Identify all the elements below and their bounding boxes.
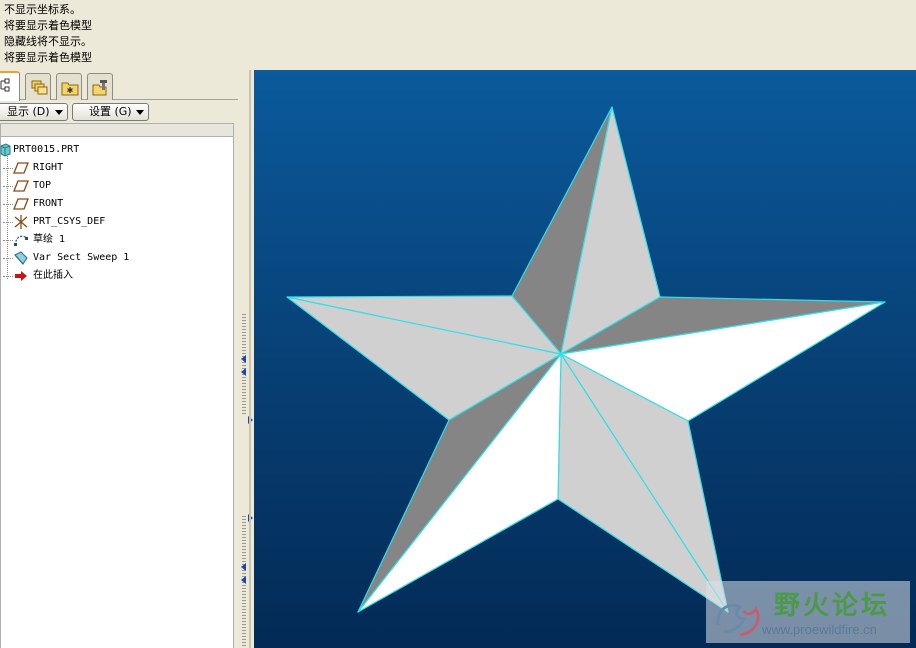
settings-button-label: 设置 (G) <box>89 105 132 118</box>
tree-item-label: RIGHT <box>33 162 64 173</box>
navigator-panel: ✱ 显示 (D) 设置 (G) PRT0015.PRT RIGHT TOP FR… <box>0 70 240 648</box>
message-area: 不显示坐标系。 将要显示着色模型 隐藏线将不显示。 将要显示着色模型 <box>0 0 916 70</box>
tools-icon <box>92 80 107 96</box>
navigator-toolbar: 显示 (D) 设置 (G) <box>0 101 240 123</box>
datum-plane-icon <box>13 162 29 174</box>
show-button-label: 显示 (D) <box>7 105 50 118</box>
tree-column-header[interactable] <box>0 123 234 137</box>
watermark-url: www.proewildfire.cn <box>762 622 877 637</box>
part-icon <box>0 143 11 157</box>
panel-splitter[interactable] <box>238 70 254 648</box>
tree-item-label: TOP <box>33 180 52 191</box>
coordinate-system-icon <box>14 215 28 229</box>
tree-item-label: 草绘 1 <box>33 234 66 245</box>
forum-watermark: 野火论坛 www.proewildfire.cn <box>706 581 910 643</box>
message-line: 将要显示着色模型 <box>4 19 92 32</box>
datum-plane-icon <box>13 198 29 210</box>
tab-tools[interactable] <box>87 73 113 100</box>
collapse-left-arrow-icon[interactable] <box>241 355 246 363</box>
collapse-left-arrow-icon[interactable] <box>241 368 246 376</box>
insert-here-arrow-icon <box>15 271 27 281</box>
tab-layers[interactable] <box>25 73 51 100</box>
tree-root-label: PRT0015.PRT <box>13 144 80 155</box>
collapse-left-arrow-icon[interactable] <box>241 576 246 584</box>
sweep-feature-icon <box>14 251 28 265</box>
model-tree-icon <box>0 78 10 92</box>
svg-text:✱: ✱ <box>67 86 74 95</box>
splitter-grip[interactable] <box>242 314 246 414</box>
tree-item-label: PRT_CSYS_DEF <box>33 216 106 227</box>
flame-logo-icon <box>716 603 760 637</box>
chevron-down-icon <box>136 110 144 115</box>
settings-dropdown-button[interactable]: 设置 (G) <box>72 103 149 121</box>
collapse-left-arrow-icon[interactable] <box>241 563 246 571</box>
show-dropdown-button[interactable]: 显示 (D) <box>0 103 68 121</box>
message-line: 将要显示着色模型 <box>4 51 92 64</box>
graphics-window[interactable] <box>254 70 916 648</box>
sketch-icon <box>14 235 28 246</box>
layers-icon <box>31 80 48 95</box>
favorites-icon: ✱ <box>61 82 79 96</box>
message-line: 不显示坐标系。 <box>4 3 81 16</box>
tab-model-tree[interactable] <box>0 71 20 101</box>
chevron-down-icon <box>55 110 63 115</box>
model-tree: PRT0015.PRT RIGHT TOP FRONT PRT_CSYS_DEF… <box>0 137 234 648</box>
tree-item-label: FRONT <box>33 198 64 209</box>
tab-favorites[interactable]: ✱ <box>56 73 82 100</box>
tree-item-label: 在此插入 <box>33 270 73 281</box>
navigator-tabs: ✱ <box>0 70 240 101</box>
watermark-title: 野火论坛 <box>774 591 891 621</box>
message-line: 隐藏线将不显示。 <box>4 35 92 48</box>
star-model[interactable] <box>254 70 916 648</box>
datum-plane-icon <box>13 180 29 192</box>
tree-guide-line <box>7 151 8 279</box>
tree-item-label: Var Sect Sweep 1 <box>33 252 130 263</box>
